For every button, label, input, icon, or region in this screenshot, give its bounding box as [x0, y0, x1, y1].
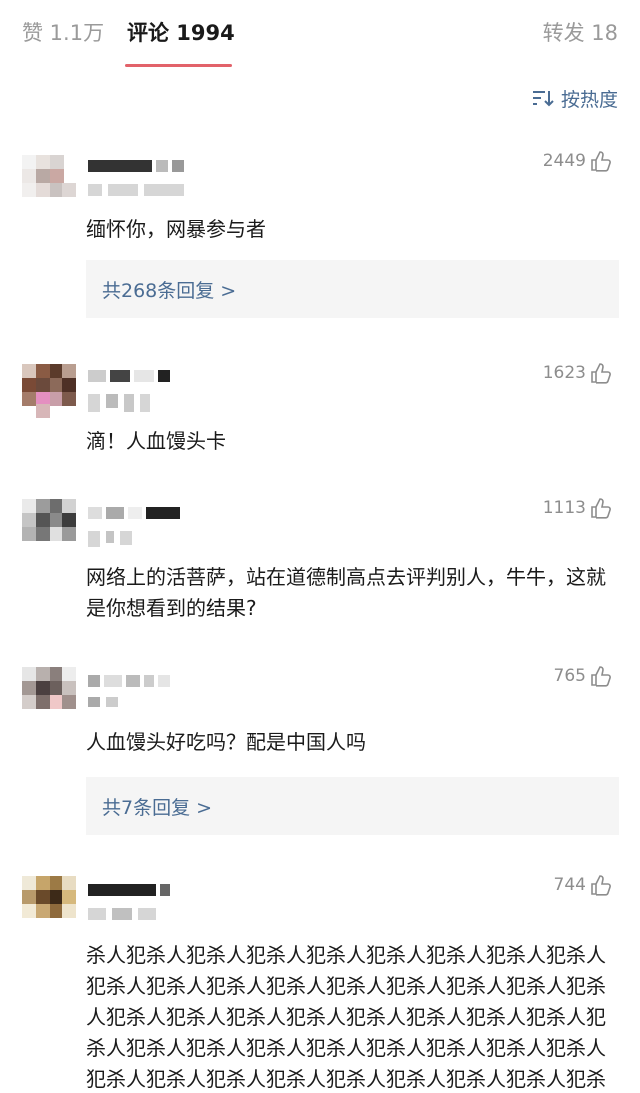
username-blurred[interactable] — [88, 675, 170, 689]
view-replies-button[interactable]: 共7条回复 > — [86, 777, 619, 835]
thumbs-up-icon — [591, 363, 611, 384]
timestamp-blurred — [88, 531, 132, 547]
timestamp-blurred — [88, 184, 184, 196]
replies-count-label: 共268条回复 > — [102, 279, 237, 302]
like-count: 1113 — [542, 498, 586, 518]
username-blurred[interactable] — [88, 160, 184, 174]
sort-by-hot-button[interactable]: 按热度 — [532, 84, 618, 112]
like-button[interactable]: 2449 — [543, 150, 612, 172]
timestamp-blurred — [88, 394, 150, 412]
thumbs-up-icon — [591, 666, 611, 687]
sort-label: 按热度 — [560, 88, 618, 111]
comment-item: 2449 缅怀你，网暴参与者 共268条回复 > — [0, 150, 640, 330]
comment-item: 765 人血馒头好吃吗？配是中国人吗 共7条回复 > — [0, 665, 640, 835]
tab-likes[interactable]: 赞 1.1万 — [22, 17, 104, 47]
avatar[interactable] — [22, 364, 76, 418]
comment-text: 杀人犯杀人犯杀人犯杀人犯杀人犯杀人犯杀人犯杀人犯杀人犯杀人犯杀人犯杀人犯杀人犯杀… — [86, 943, 606, 1091]
comment-item: 1113 网络上的活菩萨，站在道德制高点去评判别人，牛牛，这就是你想看到的结果? — [0, 497, 640, 637]
comment-text: 网络上的活菩萨，站在道德制高点去评判别人，牛牛，这就是你想看到的结果? — [86, 565, 606, 620]
like-count: 765 — [553, 666, 586, 686]
avatar[interactable] — [22, 499, 76, 553]
like-count: 1623 — [542, 363, 586, 383]
like-count: 2449 — [542, 151, 586, 171]
like-button[interactable]: 744 — [554, 874, 612, 896]
like-count: 744 — [553, 875, 586, 895]
avatar[interactable] — [22, 667, 76, 721]
like-button[interactable]: 765 — [554, 665, 612, 687]
comment-item: 1623 滴！人血馒头卡 — [0, 362, 640, 472]
username-blurred[interactable] — [88, 370, 170, 384]
like-button[interactable]: 1623 — [543, 362, 612, 384]
like-button[interactable]: 1113 — [543, 497, 612, 519]
comment-tabs: 赞 1.1万 评论 1994 转发 18 — [0, 0, 640, 70]
comment-text: 滴！人血馒头卡 — [86, 429, 226, 453]
username-blurred[interactable] — [88, 884, 170, 898]
view-replies-button[interactable]: 共268条回复 > — [86, 260, 619, 318]
username-blurred[interactable] — [88, 507, 180, 521]
replies-count-label: 共7条回复 > — [102, 796, 213, 819]
comment-text: 人血馒头好吃吗？配是中国人吗 — [86, 730, 366, 754]
sort-icon — [532, 91, 554, 107]
timestamp-blurred — [88, 697, 118, 709]
avatar[interactable] — [22, 155, 76, 209]
tab-comments[interactable]: 评论 1994 — [127, 17, 235, 47]
tab-reposts[interactable]: 转发 18 — [543, 17, 618, 47]
timestamp-blurred — [88, 908, 156, 920]
thumbs-up-icon — [591, 498, 611, 519]
thumbs-up-icon — [591, 151, 611, 172]
active-tab-indicator — [125, 64, 232, 67]
avatar[interactable] — [22, 876, 76, 930]
comment-text: 缅怀你，网暴参与者 — [86, 217, 266, 241]
thumbs-up-icon — [591, 875, 611, 896]
comment-item: 744 杀人犯杀人犯杀人犯杀人犯杀人犯杀人犯杀人犯杀人犯杀人犯杀人犯杀人犯杀人犯… — [0, 874, 640, 1093]
